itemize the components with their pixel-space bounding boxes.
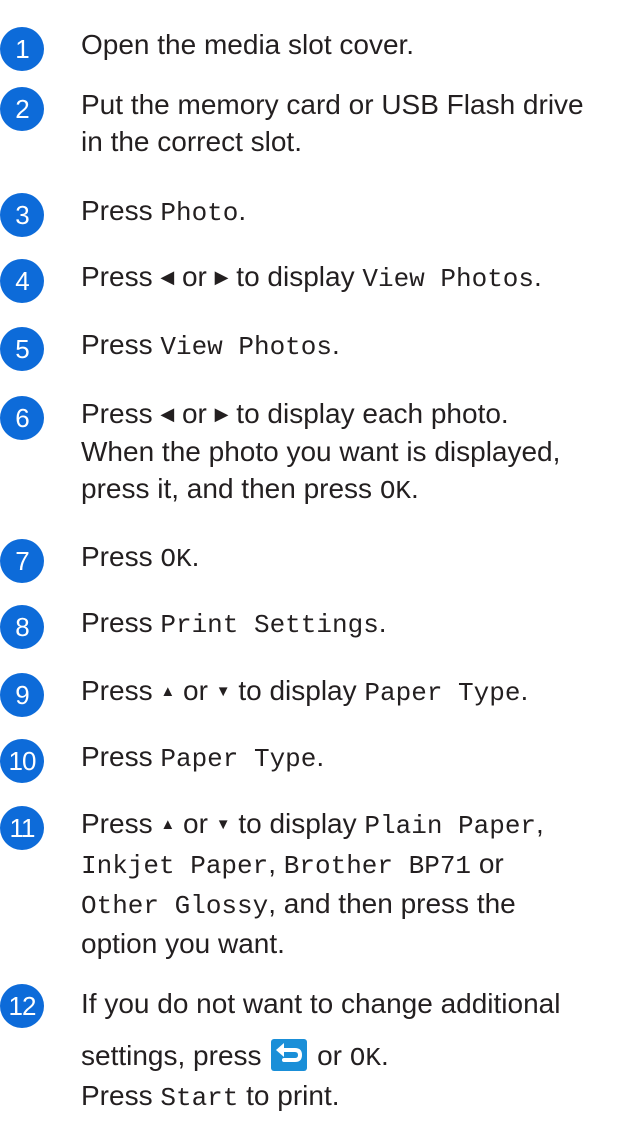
step-line: in the correct slot. — [81, 126, 302, 157]
ok-key-label: OK — [379, 476, 412, 506]
step-text: If you do not want to change additional … — [81, 983, 617, 1117]
step-text: Press ◀ or ▶ to display View Photos. — [81, 261, 542, 294]
or-word: or — [183, 808, 208, 839]
instruction-text: to print. — [246, 1080, 340, 1111]
or-word: or — [478, 848, 504, 879]
press-word: Press — [81, 541, 153, 572]
instruction-text: to display each photo. — [236, 398, 509, 429]
step-number-badge: 4 — [0, 259, 44, 303]
instruction-text: to display — [238, 675, 357, 706]
up-arrow-icon: ▲ — [160, 816, 176, 833]
step-line: Inkjet Paper, Brother BP71 or — [81, 848, 504, 881]
press-word: Press — [81, 607, 153, 638]
step-text: Press Photo. — [81, 195, 247, 228]
step-text: Press Print Settings. — [81, 607, 387, 640]
step-number-badge: 12 — [0, 984, 44, 1028]
step-text: Press OK. — [81, 541, 200, 574]
step-line: option you want. — [81, 928, 285, 959]
step-text: Press View Photos. — [81, 329, 340, 362]
press-word: Press — [81, 329, 153, 360]
step-line: Press ▲ or ▼ to display Plain Paper, — [81, 808, 544, 841]
up-arrow-icon: ▲ — [160, 683, 176, 700]
instruction-text: press it, and then press — [81, 473, 373, 504]
right-arrow-icon: ▶ — [214, 404, 229, 424]
view-photos-key-label: View Photos — [160, 332, 332, 362]
paper-type-key-label: Paper Type — [160, 744, 317, 774]
press-word: Press — [81, 398, 153, 429]
press-word: Press — [81, 261, 153, 292]
view-photos-key-label: View Photos — [362, 264, 535, 294]
left-arrow-icon: ◀ — [160, 404, 175, 424]
step-text: Press ▲ or ▼ to display Plain Paper, Ink… — [81, 805, 617, 962]
plain-paper-option: Plain Paper — [364, 811, 537, 841]
press-word: Press — [81, 741, 153, 772]
step-line: If you do not want to change additional — [81, 988, 561, 1019]
brother-bp71-option: Brother BP71 — [283, 851, 472, 881]
step-number-badge: 3 — [0, 193, 44, 237]
step-number-badge: 9 — [0, 673, 44, 717]
step-number-badge: 10 — [0, 739, 44, 783]
step-line: Put the memory card or USB Flash drive — [81, 89, 584, 120]
step-number-badge: 6 — [0, 396, 44, 440]
right-arrow-icon: ▶ — [214, 267, 229, 287]
left-arrow-icon: ◀ — [160, 267, 175, 287]
back-arrow-icon — [271, 1039, 308, 1071]
step-line: When the photo you want is displayed, — [81, 436, 561, 467]
paper-type-key-label: Paper Type — [364, 678, 521, 708]
step-line: Press ◀ or ▶ to display each photo. — [81, 395, 617, 433]
instruction-text: to display — [236, 261, 355, 292]
instruction-text: , and then press the — [268, 888, 516, 919]
press-word: Press — [81, 808, 153, 839]
print-settings-key-label: Print Settings — [160, 610, 379, 640]
instruction-text: settings, press — [81, 1040, 262, 1071]
press-word: Press — [81, 195, 153, 226]
step-line: Other Glossy, and then press the — [81, 885, 617, 925]
step-number-badge: 1 — [0, 27, 44, 71]
press-word: Press — [81, 675, 153, 706]
step-number-badge: 7 — [0, 539, 44, 583]
ok-key-label: OK — [160, 544, 192, 574]
down-arrow-icon: ▼ — [215, 816, 231, 833]
inkjet-paper-option: Inkjet Paper — [81, 851, 269, 881]
step-line: Press Start to print. — [81, 1077, 617, 1117]
step-text: Press ◀ or ▶ to display each photo. When… — [81, 395, 617, 510]
other-glossy-option: Other Glossy — [81, 891, 269, 921]
ok-key-label: OK — [349, 1043, 381, 1073]
step-number-badge: 8 — [0, 605, 44, 649]
step-number-badge: 2 — [0, 87, 44, 131]
step-number-badge: 5 — [0, 327, 44, 371]
or-word: or — [183, 675, 208, 706]
or-word: or — [181, 398, 207, 429]
or-word: or — [317, 1040, 342, 1071]
instruction-text: to display — [238, 808, 357, 839]
step-text: Open the media slot cover. — [81, 26, 617, 63]
or-word: or — [181, 261, 207, 292]
photo-key-label: Photo — [160, 198, 239, 228]
step-text: Press Paper Type. — [81, 741, 325, 774]
step-text: Press ▲ or ▼ to display Paper Type. — [81, 675, 529, 708]
step-number-badge: 11 — [0, 806, 44, 850]
step-line: Open the media slot cover. — [81, 29, 415, 60]
down-arrow-icon: ▼ — [215, 683, 231, 700]
step-line: press it, and then press OK. — [81, 473, 419, 506]
step-text: Put the memory card or USB Flash drive i… — [81, 86, 617, 160]
step-line: settings, press or OK. — [81, 1039, 389, 1073]
start-key-label: Start — [160, 1083, 239, 1113]
press-word: Press — [81, 1080, 153, 1111]
